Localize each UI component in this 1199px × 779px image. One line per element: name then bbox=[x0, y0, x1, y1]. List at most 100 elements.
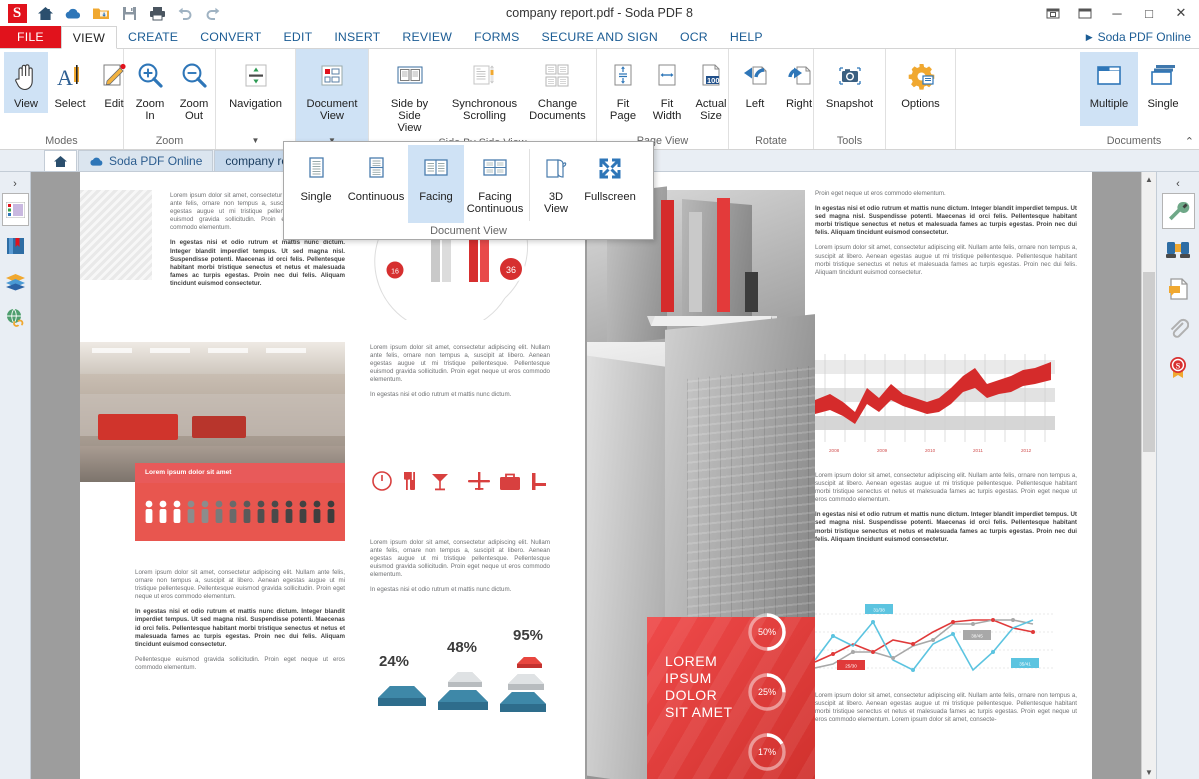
ribbon-button-document-view-label: Document View bbox=[306, 98, 358, 122]
tab-file[interactable]: FILE bbox=[0, 26, 61, 48]
ribbon-button-single-label: Single bbox=[1147, 98, 1179, 110]
print-icon[interactable] bbox=[144, 1, 170, 25]
tab-convert[interactable]: CONVERT bbox=[189, 26, 272, 48]
maximize-button[interactable]: □ bbox=[1133, 0, 1165, 26]
flyout-item-fullscreen[interactable]: Fullscreen bbox=[579, 145, 641, 206]
sidebar-item-tools[interactable] bbox=[1161, 193, 1195, 229]
ribbon-button-navigation[interactable]: Navigation bbox=[223, 52, 288, 113]
document-view-icon bbox=[317, 56, 347, 96]
restore-down-icon[interactable] bbox=[1037, 0, 1069, 26]
flyout-item-single[interactable]: Single bbox=[288, 145, 344, 206]
tab-review[interactable]: REVIEW bbox=[391, 26, 463, 48]
save-icon[interactable] bbox=[116, 1, 142, 25]
ribbon-button-zoom-out[interactable]: Zoom Out bbox=[172, 52, 216, 125]
ribbon-button-document-view[interactable]: Document View bbox=[301, 52, 364, 125]
redo-icon[interactable] bbox=[200, 1, 226, 25]
restaurant-icon bbox=[404, 472, 415, 490]
document-page-4[interactable]: Proin eget neque ut eros commodo element… bbox=[587, 172, 1092, 779]
ribbon-button-select[interactable]: A Select bbox=[48, 52, 92, 113]
ribbon-group-options-label bbox=[886, 132, 955, 149]
options-gear-icon bbox=[906, 56, 936, 96]
tab-edit[interactable]: EDIT bbox=[273, 26, 324, 48]
open-folder-icon[interactable] bbox=[88, 1, 114, 25]
ribbon-button-single-document[interactable]: Single bbox=[1138, 52, 1188, 113]
doc-tab-home[interactable] bbox=[44, 150, 77, 171]
scroll-up-button[interactable]: ▲ bbox=[1142, 172, 1156, 187]
sidebar-item-attachments[interactable] bbox=[1162, 310, 1195, 346]
flyout-item-continuous[interactable]: Continuous bbox=[344, 145, 408, 206]
left-sidebar-toggle[interactable]: › bbox=[0, 174, 30, 193]
undo-icon[interactable] bbox=[172, 1, 198, 25]
flyout-separator bbox=[529, 149, 530, 221]
document-canvas[interactable]: Lorem ipsum dolor sit amet, consectetur … bbox=[31, 172, 1141, 779]
ribbon-button-snapshot[interactable]: Snapshot bbox=[820, 52, 879, 113]
area-chart-tick-2011: 2011 bbox=[973, 448, 983, 453]
office-photo bbox=[80, 342, 345, 482]
sidebar-item-comments[interactable] bbox=[1162, 271, 1195, 307]
ribbon-button-rotate-left[interactable]: Left bbox=[733, 52, 777, 113]
ribbon-button-rotate-left-label: Left bbox=[745, 98, 765, 110]
sidebar-item-layers[interactable] bbox=[2, 265, 29, 298]
area-chart-tick-2012: 2012 bbox=[1021, 448, 1032, 453]
flyout-item-3d-view[interactable]: 3D View bbox=[533, 145, 579, 218]
scroll-thumb[interactable] bbox=[1143, 272, 1155, 452]
page4-mid-text: Lorem ipsum dolor sit amet, consectetur … bbox=[815, 472, 1077, 551]
ribbon-button-select-label: Select bbox=[54, 98, 86, 110]
tab-secure-and-sign[interactable]: SECURE AND SIGN bbox=[531, 26, 669, 48]
paragraph: In egestas nisi et odio rutrum et mattis… bbox=[815, 511, 1077, 543]
sidebar-item-search[interactable] bbox=[1162, 232, 1195, 268]
ribbon-button-navigation-label: Navigation bbox=[229, 98, 282, 110]
sidebar-item-bookmarks[interactable] bbox=[2, 229, 29, 262]
doc-tab-soda-pdf-online[interactable]: Soda PDF Online bbox=[78, 150, 214, 171]
tab-ocr[interactable]: OCR bbox=[669, 26, 719, 48]
tab-insert[interactable]: INSERT bbox=[323, 26, 391, 48]
ribbon-group-options: Options bbox=[886, 49, 956, 149]
ribbon-button-options[interactable]: Options bbox=[895, 52, 946, 113]
armchair-icon bbox=[532, 473, 546, 490]
paragraph: Lorem ipsum dolor sit amet, consectetur … bbox=[135, 569, 345, 601]
cloud-icon[interactable] bbox=[60, 1, 86, 25]
tab-view[interactable]: VIEW bbox=[60, 26, 118, 49]
minimize-button[interactable]: ─ bbox=[1101, 0, 1133, 26]
ribbon-button-fit-width[interactable]: Fit Width bbox=[645, 52, 689, 125]
collapse-ribbon-button[interactable]: ⌃ bbox=[1185, 135, 1194, 148]
ribbon-button-zoom-in[interactable]: Zoom In bbox=[128, 52, 172, 125]
title-bar: S company report.pdf - Soda PDF 8 ─ □ ✕ bbox=[0, 0, 1199, 26]
ribbon-button-actual-size-label: Actual Size bbox=[695, 98, 727, 122]
app-logo: S bbox=[4, 1, 30, 25]
close-button[interactable]: ✕ bbox=[1165, 0, 1197, 26]
help-window-icon[interactable] bbox=[1069, 0, 1101, 26]
scroll-down-button[interactable]: ▼ bbox=[1142, 765, 1156, 779]
ribbon-button-change-documents[interactable]: Change Documents bbox=[523, 52, 592, 125]
flyout-item-facing[interactable]: Facing bbox=[408, 145, 464, 223]
sidebar-item-thumbnails[interactable] bbox=[1, 193, 29, 226]
ribbon-button-side-by-side-view[interactable]: Side by Side View bbox=[373, 52, 446, 137]
ribbon-button-actual-size[interactable]: 100 Actual Size bbox=[689, 52, 733, 125]
ribbon-button-view[interactable]: View bbox=[4, 52, 48, 113]
tab-create[interactable]: CREATE bbox=[117, 26, 189, 48]
page-pair: Lorem ipsum dolor sit amet, consectetur … bbox=[80, 172, 1092, 779]
tab-forms[interactable]: FORMS bbox=[463, 26, 530, 48]
document-page-3[interactable]: Lorem ipsum dolor sit amet, consectetur … bbox=[80, 172, 585, 779]
home-icon[interactable] bbox=[32, 1, 58, 25]
ribbon-button-side-by-side-view-label: Side by Side View bbox=[390, 98, 429, 134]
side-by-side-icon bbox=[395, 56, 425, 96]
tab-help[interactable]: HELP bbox=[719, 26, 774, 48]
right-sidebar-toggle[interactable]: ‹ bbox=[1157, 174, 1199, 193]
sidebar-item-signatures[interactable]: S bbox=[1162, 349, 1195, 385]
text-select-icon: A bbox=[55, 56, 85, 96]
line-chart-annotation-4: 35/41 bbox=[1019, 661, 1031, 666]
paragraph: In egestas nisi et odio rutrum et mattis… bbox=[370, 586, 512, 594]
soda-pdf-online-link[interactable]: ▶ Soda PDF Online bbox=[1086, 26, 1199, 48]
paragraph: Lorem ipsum dolor sit amet, consectetur … bbox=[815, 244, 1077, 276]
flyout-item-facing-continuous[interactable]: Facing Continuous bbox=[464, 145, 526, 218]
ribbon-button-zoom-in-label: Zoom In bbox=[135, 98, 165, 122]
vertical-scrollbar[interactable]: ▲ ▼ bbox=[1141, 172, 1156, 779]
quick-access-toolbar: S bbox=[0, 1, 226, 25]
layers-icon bbox=[5, 273, 25, 290]
ribbon-button-synchronous-scrolling[interactable]: Synchronous Scrolling bbox=[446, 52, 523, 125]
ribbon-button-multiple-documents[interactable]: Multiple bbox=[1080, 52, 1138, 126]
ribbon-button-fit-page[interactable]: Fit Page bbox=[601, 52, 645, 125]
sidebar-item-links[interactable] bbox=[2, 301, 29, 334]
wrench-icon bbox=[1169, 201, 1190, 221]
